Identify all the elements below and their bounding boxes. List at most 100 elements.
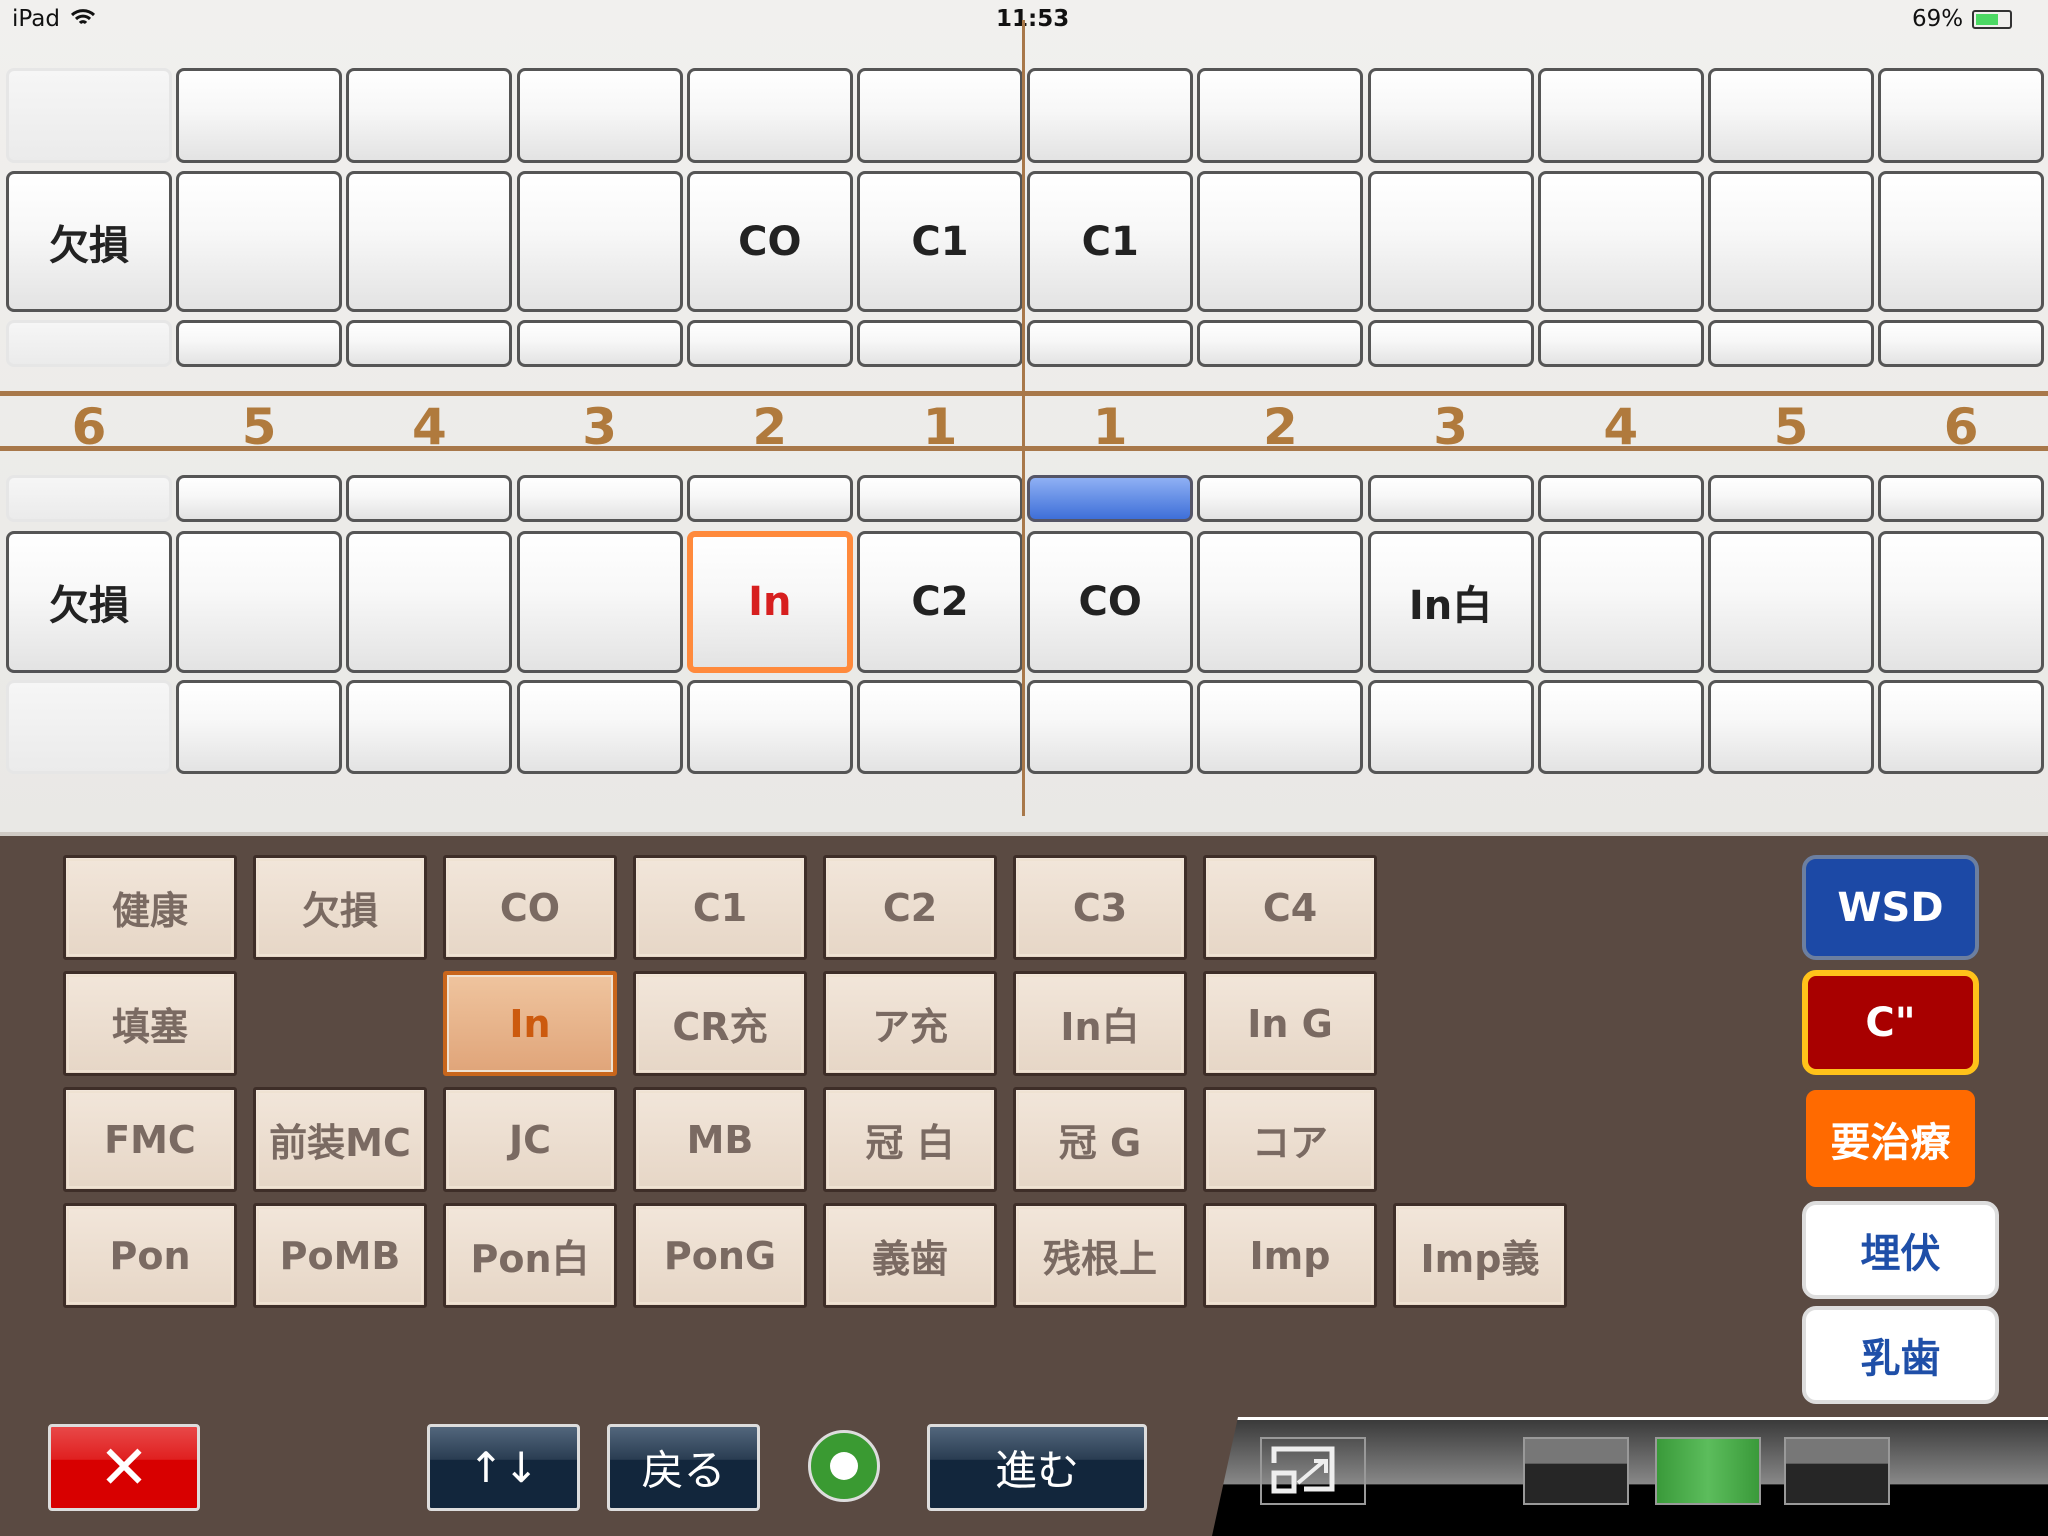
record-indicator-icon[interactable] <box>808 1430 880 1502</box>
lower-surface-bottom-cell[interactable] <box>176 680 343 774</box>
lower-surface-bottom-cell[interactable] <box>1367 680 1534 774</box>
palette-button[interactable]: FMC <box>63 1087 237 1192</box>
close-button[interactable]: ✕ <box>48 1424 200 1511</box>
palette-button[interactable]: ア充 <box>823 971 997 1076</box>
palette-button[interactable]: Imp <box>1203 1203 1377 1308</box>
lower-surface-top-cell[interactable] <box>1878 475 2045 522</box>
palette-button[interactable]: 欠損 <box>253 855 427 960</box>
lower-tooth-cell[interactable] <box>1197 531 1364 673</box>
view-mode-box[interactable] <box>1784 1437 1890 1505</box>
palette-button[interactable]: 残根上 <box>1013 1203 1187 1308</box>
lower-surface-top-cell[interactable] <box>1367 475 1534 522</box>
upper-surface-top-cell[interactable] <box>1537 68 1704 163</box>
lower-surface-bottom-cell[interactable] <box>857 680 1023 774</box>
palette-button[interactable]: Pon白 <box>443 1203 617 1308</box>
lower-tooth-cell[interactable] <box>176 531 343 673</box>
upper-tooth-cell[interactable] <box>1878 171 2045 312</box>
palette-button[interactable]: 冠 白 <box>823 1087 997 1192</box>
upper-surface-top-cell[interactable] <box>516 68 683 163</box>
upper-surface-top-cell[interactable] <box>1708 68 1874 163</box>
palette-button[interactable]: 填塞 <box>63 971 237 1076</box>
upper-surface-bottom-cell[interactable] <box>1537 320 1704 367</box>
palette-button[interactable]: JC <box>443 1087 617 1192</box>
back-button[interactable]: 戻る <box>607 1424 760 1511</box>
upper-surface-bottom-cell[interactable] <box>857 320 1023 367</box>
upper-surface-bottom-cell[interactable] <box>176 320 343 367</box>
upper-surface-top-cell[interactable] <box>346 68 513 163</box>
status-button[interactable]: WSD <box>1802 855 1979 960</box>
status-button[interactable]: 要治療 <box>1802 1086 1979 1191</box>
lower-tooth-cell[interactable] <box>346 531 513 673</box>
lower-surface-bottom-cell[interactable] <box>6 680 172 774</box>
upper-tooth-cell[interactable] <box>1197 171 1364 312</box>
palette-button[interactable]: Imp義 <box>1393 1203 1567 1308</box>
upper-tooth-cell[interactable] <box>1537 171 1704 312</box>
upper-tooth-cell[interactable]: C1 <box>1027 171 1194 312</box>
lower-surface-top-cell[interactable] <box>516 475 683 522</box>
palette-button[interactable]: PonG <box>633 1203 807 1308</box>
lower-tooth-cell[interactable]: C2 <box>857 531 1023 673</box>
lower-surface-top-cell[interactable] <box>176 475 343 522</box>
upper-surface-bottom-cell[interactable] <box>1027 320 1194 367</box>
palette-button[interactable]: In白 <box>1013 971 1187 1076</box>
lower-surface-bottom-cell[interactable] <box>1537 680 1704 774</box>
palette-button[interactable]: 冠 G <box>1013 1087 1187 1192</box>
palette-button[interactable]: 健康 <box>63 855 237 960</box>
palette-button[interactable]: C1 <box>633 855 807 960</box>
upper-tooth-cell[interactable]: C1 <box>857 171 1023 312</box>
lower-surface-top-cell[interactable] <box>1027 475 1194 522</box>
upper-surface-top-cell[interactable] <box>1367 68 1534 163</box>
lower-surface-top-cell[interactable] <box>686 475 853 522</box>
upper-surface-bottom-cell[interactable] <box>346 320 513 367</box>
lower-surface-top-cell[interactable] <box>857 475 1023 522</box>
palette-button[interactable]: Pon <box>63 1203 237 1308</box>
lower-surface-top-cell[interactable] <box>1537 475 1704 522</box>
lower-surface-top-cell[interactable] <box>1197 475 1364 522</box>
palette-button[interactable]: 義歯 <box>823 1203 997 1308</box>
palette-button[interactable]: In <box>443 971 617 1076</box>
lower-surface-bottom-cell[interactable] <box>1027 680 1194 774</box>
palette-button[interactable]: 前装MC <box>253 1087 427 1192</box>
palette-button[interactable]: In G <box>1203 971 1377 1076</box>
lower-surface-bottom-cell[interactable] <box>1197 680 1364 774</box>
lower-tooth-cell[interactable]: In白 <box>1367 531 1534 673</box>
upper-surface-bottom-cell[interactable] <box>1878 320 2045 367</box>
upper-tooth-cell[interactable]: 欠損 <box>6 171 172 312</box>
lower-tooth-cell[interactable] <box>1537 531 1704 673</box>
lower-surface-bottom-cell[interactable] <box>516 680 683 774</box>
upper-surface-top-cell[interactable] <box>6 68 172 163</box>
lower-tooth-cell[interactable] <box>516 531 683 673</box>
status-button[interactable]: C" <box>1802 970 1979 1075</box>
palette-button[interactable]: C4 <box>1203 855 1377 960</box>
lower-surface-bottom-cell[interactable] <box>346 680 513 774</box>
palette-button[interactable]: CO <box>443 855 617 960</box>
lower-surface-bottom-cell[interactable] <box>1708 680 1874 774</box>
lower-tooth-cell[interactable]: In <box>686 531 853 673</box>
upper-surface-top-cell[interactable] <box>1027 68 1194 163</box>
view-mode-box[interactable] <box>1655 1437 1761 1505</box>
upper-surface-bottom-cell[interactable] <box>1367 320 1534 367</box>
upper-tooth-cell[interactable] <box>176 171 343 312</box>
lower-surface-bottom-cell[interactable] <box>1878 680 2045 774</box>
swap-button[interactable]: ↑↓ <box>427 1424 580 1511</box>
upper-surface-bottom-cell[interactable] <box>1708 320 1874 367</box>
palette-button[interactable]: コア <box>1203 1087 1377 1192</box>
palette-button[interactable]: MB <box>633 1087 807 1192</box>
upper-tooth-cell[interactable]: CO <box>686 171 853 312</box>
lower-tooth-cell[interactable]: 欠損 <box>6 531 172 673</box>
upper-surface-bottom-cell[interactable] <box>516 320 683 367</box>
upper-tooth-cell[interactable] <box>346 171 513 312</box>
lower-tooth-cell[interactable]: CO <box>1027 531 1194 673</box>
upper-tooth-cell[interactable] <box>516 171 683 312</box>
lower-tooth-cell[interactable] <box>1708 531 1874 673</box>
palette-button[interactable]: C2 <box>823 855 997 960</box>
upper-tooth-cell[interactable] <box>1367 171 1534 312</box>
upper-surface-top-cell[interactable] <box>1197 68 1364 163</box>
view-mode-box[interactable] <box>1523 1437 1629 1505</box>
forward-button[interactable]: 進む <box>927 1424 1147 1511</box>
status-button[interactable]: 乳歯 <box>1802 1306 1999 1404</box>
status-button[interactable]: 埋伏 <box>1802 1201 1999 1299</box>
upper-surface-bottom-cell[interactable] <box>1197 320 1364 367</box>
lower-surface-top-cell[interactable] <box>346 475 513 522</box>
lower-tooth-cell[interactable] <box>1878 531 2045 673</box>
